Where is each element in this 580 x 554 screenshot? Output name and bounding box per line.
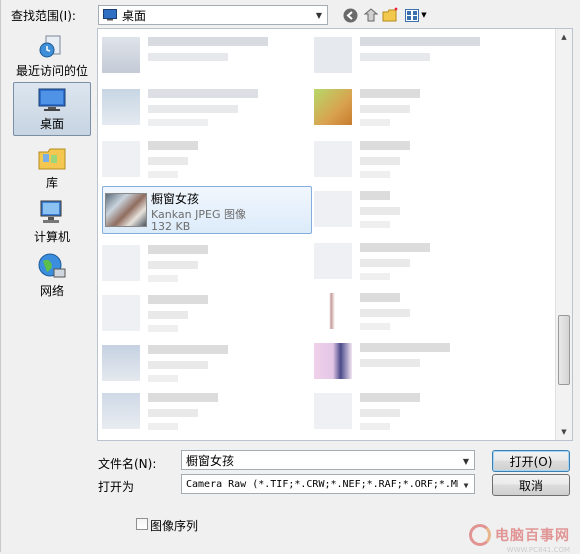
libraries-icon xyxy=(37,144,67,172)
selected-file-tile[interactable]: 橱窗女孩 Kankan JPEG 图像 132 KB xyxy=(102,186,312,234)
file-name: 橱窗女孩 xyxy=(151,192,200,206)
blurred-file-tile[interactable] xyxy=(314,33,524,77)
back-arrow-icon xyxy=(343,8,357,22)
open-as-select[interactable]: Camera Raw (*.TIF;*.CRW;*.NEF;*.RAF;*.OR… xyxy=(181,474,475,494)
place-label: 网络 xyxy=(39,284,64,298)
chevron-down-icon[interactable]: ▼ xyxy=(458,476,474,493)
place-label: 库 xyxy=(45,176,58,190)
file-list[interactable]: 橱窗女孩 Kankan JPEG 图像 132 KB ▲ ▼ xyxy=(97,28,573,441)
filename-input[interactable]: 橱窗女孩 ▼ xyxy=(181,450,475,470)
blurred-file-tile[interactable] xyxy=(314,389,524,433)
filename-value: 橱窗女孩 xyxy=(186,453,235,468)
file-size: 132 KB xyxy=(151,220,191,233)
view-menu-button[interactable]: ▼ xyxy=(404,5,428,25)
image-sequence-label: 图像序列 xyxy=(150,519,199,533)
blurred-file-tile[interactable] xyxy=(314,289,524,333)
up-one-level-button[interactable] xyxy=(362,5,380,25)
watermark-text: 电脑百事网 xyxy=(495,528,570,544)
look-in-combobox[interactable]: 桌面 ▼ xyxy=(98,5,328,25)
blurred-file-tile[interactable] xyxy=(314,137,524,181)
place-label: 计算机 xyxy=(33,230,70,244)
network-icon xyxy=(37,252,67,280)
open-as-label: 打开为 xyxy=(98,480,135,494)
blurred-file-tile[interactable] xyxy=(314,339,524,383)
scroll-down-arrow[interactable]: ▼ xyxy=(556,424,572,440)
computer-icon xyxy=(37,198,67,226)
blurred-file-tile[interactable] xyxy=(102,241,312,285)
blurred-file-tile[interactable] xyxy=(102,33,312,77)
place-label: 桌面 xyxy=(39,117,64,131)
cancel-button[interactable]: 取消 xyxy=(492,474,570,496)
places-bar: 最近访问的位置 桌面 库 xyxy=(9,28,95,468)
chevron-down-icon[interactable]: ▼ xyxy=(311,6,327,24)
scroll-up-arrow[interactable]: ▲ xyxy=(556,29,572,45)
place-computer[interactable]: 计算机 xyxy=(13,196,91,250)
desktop-icon xyxy=(37,85,67,113)
look-in-label: 查找范围(I): xyxy=(11,9,76,23)
open-file-dialog: 查找范围(I): 桌面 ▼ ▼ 最近访问的位 桌面 库 计算机 网络 橱窗女孩 … xyxy=(0,0,580,554)
view-grid-icon xyxy=(405,8,420,22)
blurred-file-tile[interactable] xyxy=(102,85,312,129)
place-recent[interactable]: 最近访问的位置 xyxy=(13,30,91,95)
open-as-value: Camera Raw (*.TIF;*.CRW;*.NEF;*.RAF;*.OR… xyxy=(186,478,475,490)
vertical-scrollbar[interactable]: ▲ ▼ xyxy=(555,29,572,440)
image-thumbnail xyxy=(105,193,147,227)
desktop-small-icon xyxy=(103,9,117,21)
new-folder-icon xyxy=(382,7,398,22)
place-network[interactable]: 网络 xyxy=(13,250,91,304)
watermark-url: WWW.PC841.COM xyxy=(506,546,570,554)
blurred-file-tile[interactable] xyxy=(314,239,524,283)
recent-places-icon xyxy=(37,32,67,60)
blurred-file-tile[interactable] xyxy=(102,341,312,385)
up-folder-icon xyxy=(363,8,379,22)
blurred-file-tile[interactable] xyxy=(102,137,312,181)
open-button[interactable]: 打开(O) xyxy=(492,450,570,472)
new-folder-button[interactable] xyxy=(382,5,400,25)
filename-label: 文件名(N): xyxy=(98,457,157,471)
blurred-file-tile[interactable] xyxy=(314,85,524,129)
back-button[interactable] xyxy=(342,5,358,25)
place-libraries[interactable]: 库 xyxy=(13,142,91,196)
site-watermark: 电脑百事网 WWW.PC841.COM xyxy=(469,524,570,554)
chevron-down-icon[interactable]: ▼ xyxy=(458,452,474,470)
scrollbar-thumb[interactable] xyxy=(558,315,570,385)
place-desktop[interactable]: 桌面 xyxy=(13,82,91,136)
blurred-file-tile[interactable] xyxy=(102,291,312,335)
look-in-value: 桌面 xyxy=(122,8,147,23)
blurred-file-tile[interactable] xyxy=(102,389,312,433)
image-sequence-checkbox[interactable] xyxy=(136,518,148,530)
watermark-logo-icon xyxy=(469,524,491,546)
chevron-down-icon: ▼ xyxy=(421,11,427,19)
blurred-file-tile[interactable] xyxy=(314,187,524,231)
